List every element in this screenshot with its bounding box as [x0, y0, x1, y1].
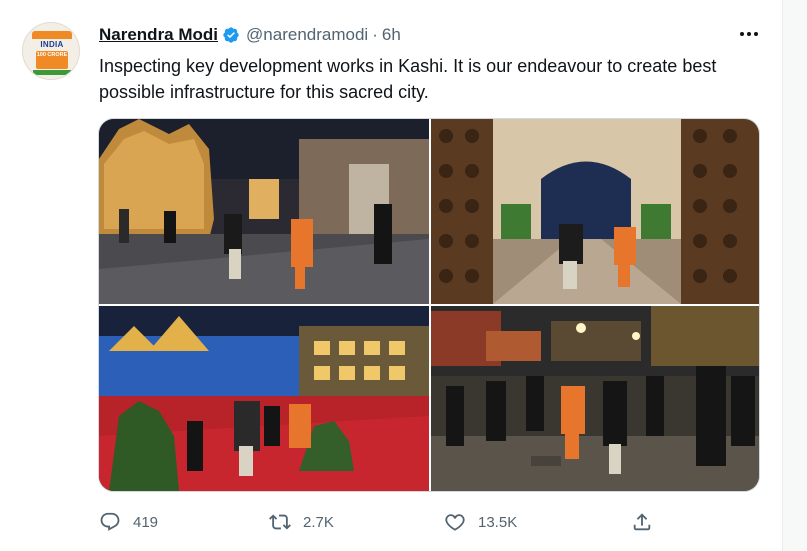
reply-count: 419 [133, 513, 159, 531]
tweet-timestamp[interactable]: 6h [382, 25, 401, 45]
like-button[interactable]: 13.5K [444, 508, 517, 536]
photo-1[interactable] [99, 119, 429, 304]
more-options-icon[interactable] [737, 22, 761, 46]
photo-4[interactable] [431, 306, 759, 491]
retweet-count: 2.7K [303, 513, 334, 531]
like-count: 13.5K [478, 513, 518, 531]
author-handle[interactable]: @narendramodi [246, 25, 368, 45]
scrollbar-track[interactable] [783, 0, 807, 551]
tweet-card[interactable]: INDIA 100 CRORE Narendra Modi @narendram… [0, 0, 783, 551]
action-bar: 419 2.7K 13.5K [99, 508, 659, 536]
avatar-band-green [33, 70, 71, 75]
separator-dot: · [372, 25, 378, 44]
avatar-band [32, 31, 72, 39]
reply-icon [100, 512, 120, 531]
retweet-button[interactable]: 2.7K [269, 508, 334, 536]
tweet-text: Inspecting key development works in Kash… [99, 56, 717, 102]
verified-badge-icon [222, 26, 240, 44]
tweet-header: Narendra Modi @narendramodi · 6h [99, 24, 401, 46]
avatar-badge: 100 CRORE [36, 51, 68, 69]
photo-3[interactable] [99, 306, 429, 491]
avatar-badge-text: 100 CRORE [36, 52, 68, 58]
avatar[interactable]: INDIA 100 CRORE [22, 22, 80, 80]
share-icon [633, 513, 651, 531]
media-grid [98, 118, 760, 492]
author-name[interactable]: Narendra Modi [99, 25, 218, 45]
photo-2[interactable] [431, 119, 759, 304]
share-button[interactable] [631, 508, 653, 536]
retweet-icon [269, 514, 291, 530]
reply-button[interactable]: 419 [99, 508, 158, 536]
heart-icon [445, 514, 465, 531]
avatar-logo-text: INDIA [40, 40, 64, 49]
